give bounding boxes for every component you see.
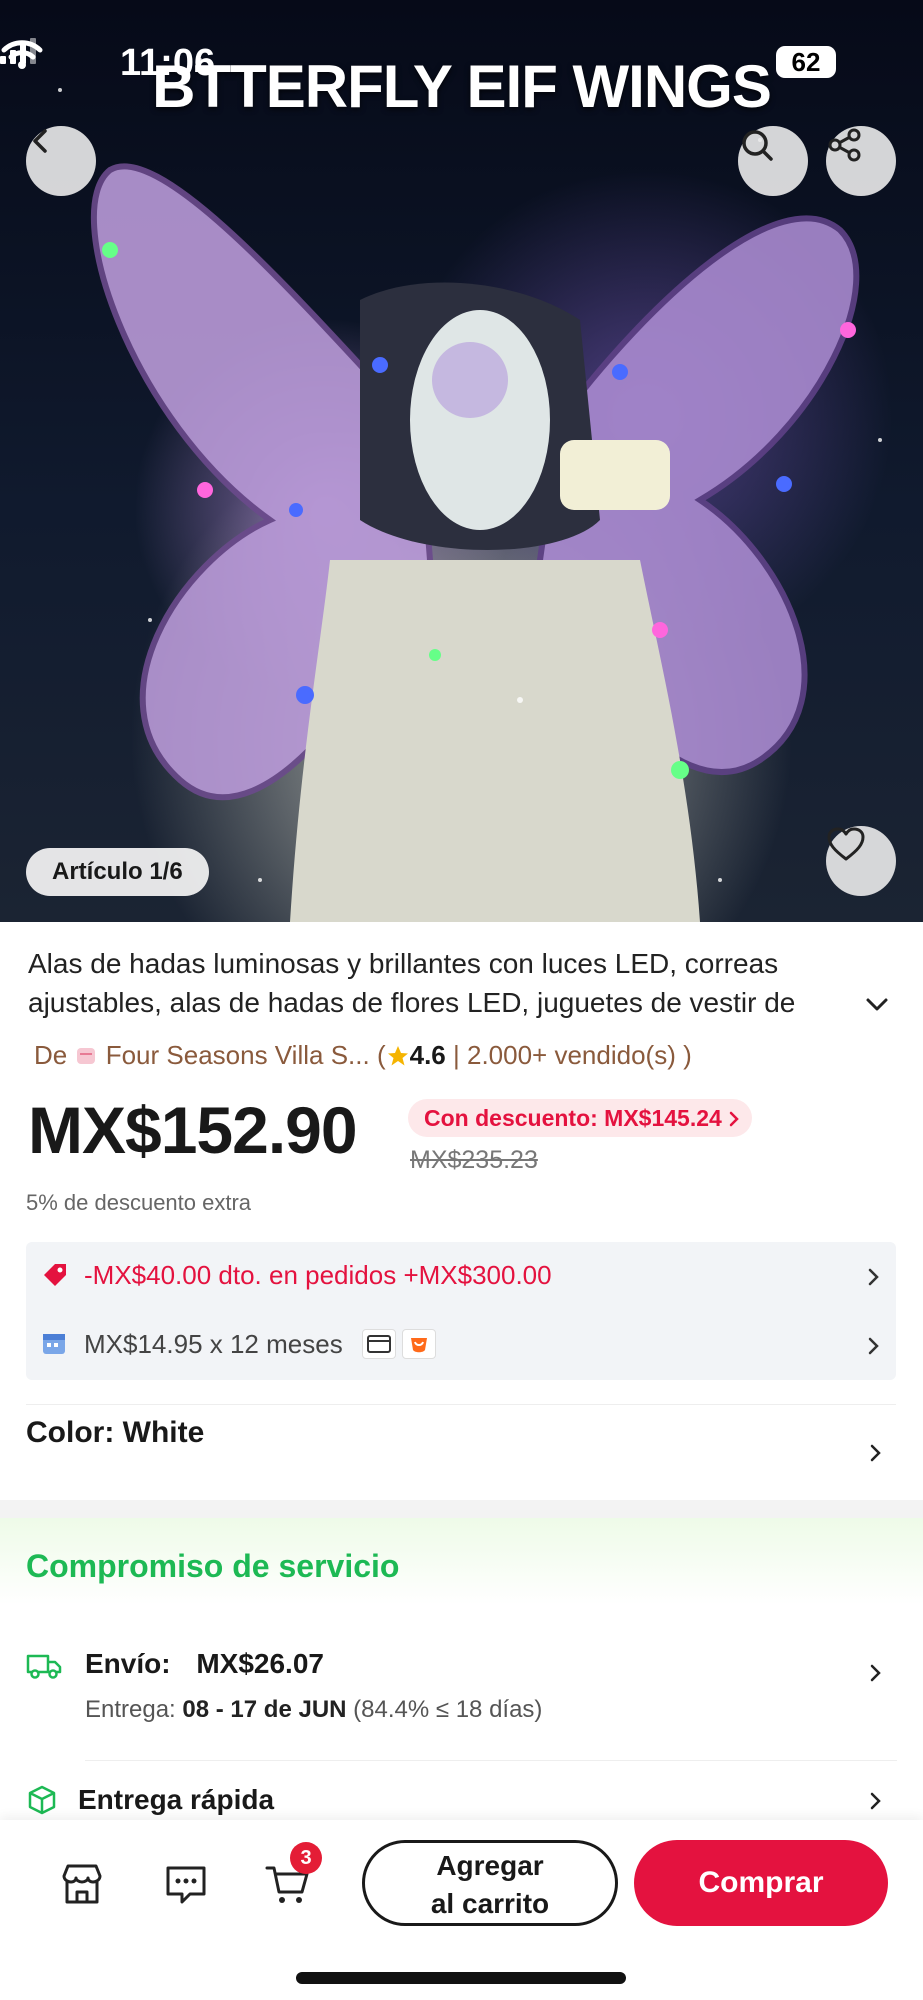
- service-title: Compromiso de servicio: [26, 1548, 400, 1584]
- chevron-right-icon: [870, 1792, 881, 1810]
- truck-icon: [26, 1654, 62, 1679]
- rating-value: 4.6: [409, 1040, 446, 1070]
- delivery-note: (84.4% ≤ 18 días): [353, 1696, 543, 1723]
- chevron-left-icon: [33, 129, 47, 153]
- product-image-gallery[interactable]: BTTERFLY EIF WINGS 11:06 62 Artículo 1/6: [0, 0, 923, 922]
- credit-card-icon: [367, 1335, 391, 1353]
- coupon-tag-icon: [44, 1264, 66, 1286]
- delivery-dates: 08 - 17 de JUN: [182, 1696, 347, 1723]
- shipping-label: Envío: MX$26.07: [85, 1648, 324, 1680]
- shipping-row[interactable]: Envío: MX$26.07 Entrega: 08 - 17 de JUN …: [0, 1628, 923, 1748]
- search-icon: [742, 130, 773, 161]
- battery-level: 62: [776, 46, 836, 78]
- chevron-right-icon: [868, 1268, 879, 1286]
- status-time: 11:06: [120, 42, 216, 84]
- chat-icon[interactable]: [162, 1860, 210, 1908]
- add-to-cart-label-line1: Agregar: [436, 1850, 544, 1881]
- discount-badge-label: Con descuento: MX$145.24: [424, 1105, 722, 1131]
- installments-text: MX$14.95 x 12 meses: [84, 1329, 343, 1359]
- wallet-payment-badge: [402, 1329, 436, 1359]
- extra-discount-text: 5% de descuento extra: [26, 1190, 252, 1215]
- store-name[interactable]: Four Seasons Villa S...: [106, 1040, 370, 1070]
- search-button[interactable]: [738, 126, 808, 196]
- wishlist-button[interactable]: [826, 826, 896, 896]
- delivery-estimate: Entrega: 08 - 17 de JUN (84.4% ≤ 18 días…: [85, 1696, 542, 1724]
- chevron-right-icon: [868, 1337, 879, 1355]
- fast-delivery-label: Entrega rápida: [78, 1784, 275, 1815]
- product-page: BTTERFLY EIF WINGS 11:06 62 Artículo 1/6…: [0, 0, 923, 2000]
- wifi-icon: [1, 40, 43, 69]
- chevron-right-icon: [870, 1444, 881, 1462]
- chevron-down-icon[interactable]: [862, 992, 892, 1016]
- star-icon: [387, 1046, 408, 1066]
- add-to-cart-button[interactable]: Agregar al carrito: [362, 1840, 618, 1926]
- original-price: MX$235.23: [410, 1146, 538, 1174]
- heart-icon: [827, 827, 865, 861]
- chevron-right-icon: [729, 1111, 739, 1127]
- card-payment-badge: [362, 1329, 396, 1359]
- status-bar: 11:06 62: [0, 38, 923, 88]
- sold-count: | 2.000+ vendido(s) ): [453, 1040, 692, 1070]
- coupon-row[interactable]: -MX$40.00 dto. en pedidos +MX$300.00: [26, 1242, 896, 1311]
- package-icon: [28, 1785, 56, 1815]
- product-title[interactable]: Alas de hadas luminosas y brillantes con…: [28, 944, 858, 1022]
- store-logo-icon: [77, 1048, 96, 1064]
- color-label: Color: White: [26, 1416, 205, 1449]
- image-counter: Artículo 1/6: [26, 848, 209, 896]
- store-prefix: De: [34, 1040, 68, 1070]
- share-icon: [828, 128, 861, 162]
- store-info-row[interactable]: De Four Seasons Villa S... ( 4.6 | 2.000…: [34, 1040, 692, 1071]
- calendar-icon: [43, 1334, 65, 1354]
- add-to-cart-label-line2: al carrito: [430, 1888, 550, 1919]
- shipping-label-text: Envío:: [85, 1648, 171, 1679]
- buy-now-button[interactable]: Comprar: [634, 1840, 888, 1926]
- promotions-panel: -MX$40.00 dto. en pedidos +MX$300.00 MX$…: [26, 1242, 896, 1380]
- rating-open-paren: (: [376, 1040, 386, 1070]
- discount-badge[interactable]: Con descuento: MX$145.24: [408, 1099, 752, 1137]
- color-selector-row[interactable]: Color: White: [0, 1398, 923, 1498]
- chevron-right-icon: [870, 1664, 881, 1682]
- section-separator: [0, 1500, 923, 1518]
- back-button[interactable]: [26, 126, 96, 196]
- store-icon[interactable]: [58, 1860, 106, 1908]
- share-button[interactable]: [826, 126, 896, 196]
- payment-provider-icon: [411, 1338, 427, 1353]
- coupon-text: -MX$40.00 dto. en pedidos +MX$300.00: [84, 1260, 552, 1290]
- divider: [85, 1760, 897, 1761]
- installments-row[interactable]: MX$14.95 x 12 meses: [26, 1311, 896, 1380]
- delivery-prefix: Entrega:: [85, 1696, 176, 1723]
- shipping-price: MX$26.07: [196, 1648, 324, 1679]
- cart-count-badge: 3: [290, 1842, 322, 1874]
- home-indicator[interactable]: [296, 1972, 626, 1984]
- current-price: MX$152.90: [28, 1093, 358, 1167]
